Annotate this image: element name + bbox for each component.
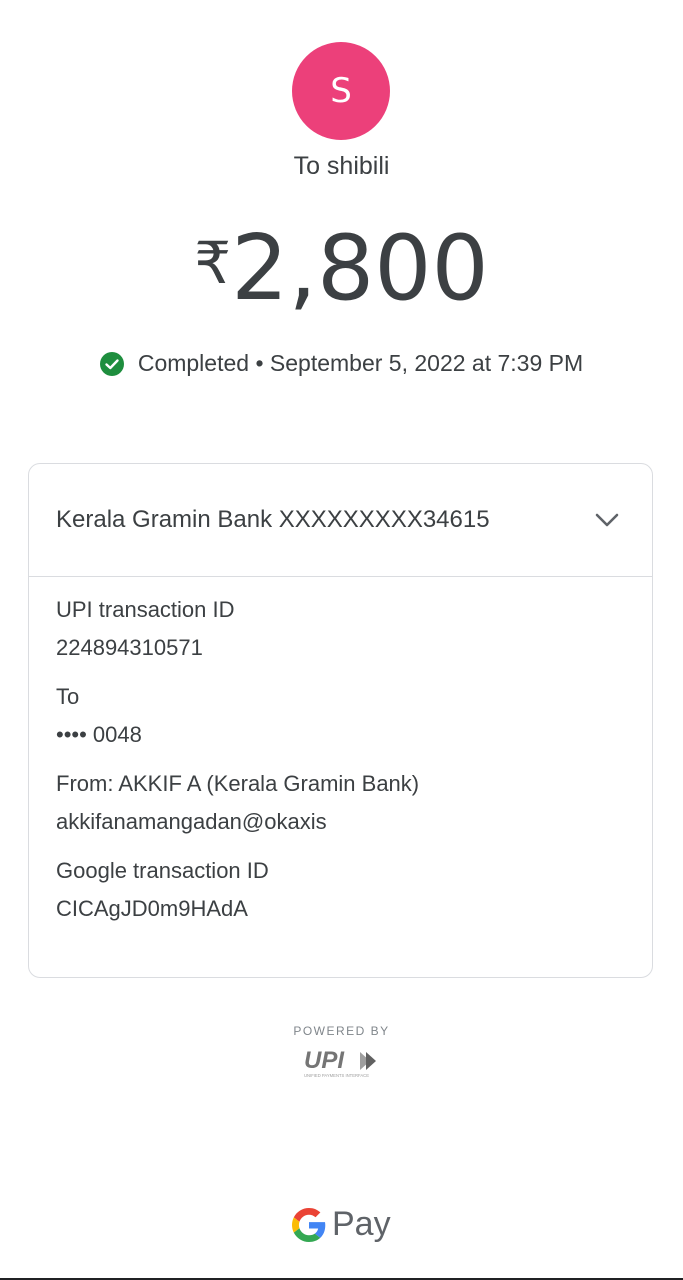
payment-status: Completed • September 5, 2022 at 7:39 PM: [0, 350, 683, 377]
status-separator: •: [249, 350, 270, 376]
currency-symbol: ₹: [194, 229, 232, 297]
upi-logo: UPI UNIFIED PAYMENTS INTERFACE: [304, 1047, 376, 1078]
transaction-datetime: September 5, 2022 at 7:39 PM: [269, 350, 584, 376]
detail-value: •••• 0048: [56, 722, 142, 747]
chevron-down-icon[interactable]: [592, 505, 622, 535]
pay-text: Pay: [332, 1205, 391, 1243]
upi-logo-text: UPI: [304, 1047, 345, 1074]
detail-value: akkifanamangadan@okaxis: [56, 809, 327, 834]
status-text: Completed: [137, 350, 250, 376]
detail-label: From: AKKIF A (Kerala Gramin Bank): [56, 771, 420, 796]
transaction-details-card: Kerala Gramin Bank XXXXXXXXX34615 UPI tr…: [28, 463, 653, 978]
detail-label: To: [56, 684, 80, 709]
detail-google-transaction-id: Google transaction ID CICAgJD0m9HAdA: [56, 856, 625, 924]
detail-value: CICAgJD0m9HAdA: [56, 896, 248, 921]
avatar: S: [292, 42, 390, 140]
details-list: UPI transaction ID 224894310571 To •••• …: [29, 577, 652, 924]
detail-label: Google transaction ID: [56, 858, 269, 883]
google-pay-logo: Pay: [292, 1205, 391, 1244]
detail-label: UPI transaction ID: [56, 597, 235, 622]
upi-logo-subtext: UNIFIED PAYMENTS INTERFACE: [304, 1073, 369, 1078]
detail-to: To •••• 0048: [56, 682, 625, 750]
powered-by-label: POWERED BY: [293, 1024, 390, 1038]
amount-value: 2,800: [231, 216, 489, 321]
avatar-initial: S: [330, 71, 352, 111]
detail-from: From: AKKIF A (Kerala Gramin Bank) akkif…: [56, 769, 625, 837]
detail-upi-transaction-id: UPI transaction ID 224894310571: [56, 595, 625, 663]
google-g-icon: [292, 1207, 326, 1242]
bank-account-row[interactable]: Kerala Gramin Bank XXXXXXXXX34615: [29, 464, 652, 577]
recipient-name: To shibili: [293, 152, 390, 180]
bank-account: Kerala Gramin Bank XXXXXXXXX34615: [56, 506, 490, 533]
payment-amount: ₹2,800: [0, 208, 683, 324]
check-circle-icon: [99, 351, 124, 376]
detail-value: 224894310571: [56, 635, 203, 660]
